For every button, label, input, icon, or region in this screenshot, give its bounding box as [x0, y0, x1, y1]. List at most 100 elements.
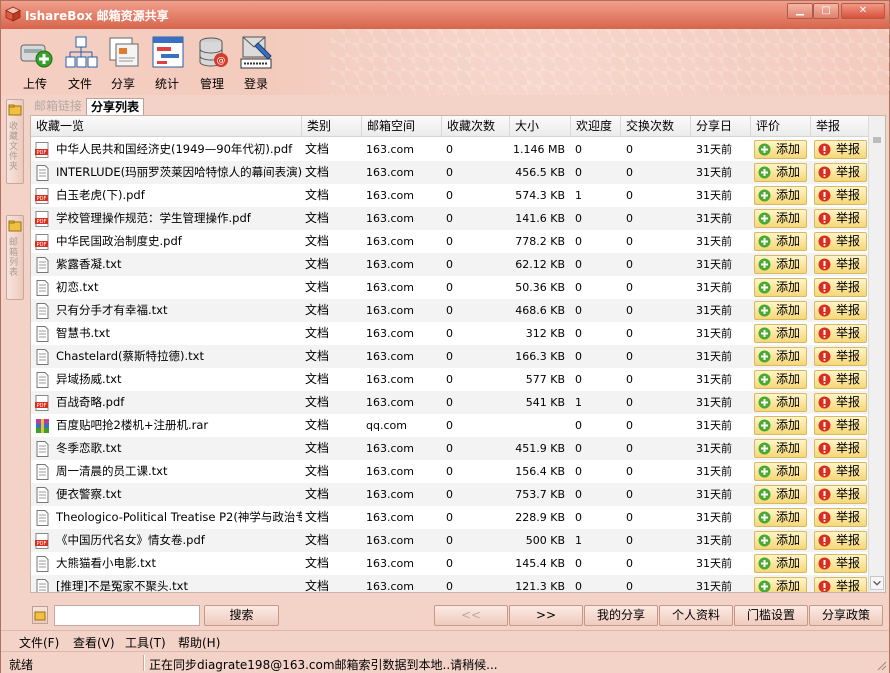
column-header-swaps[interactable]: 交换次数	[621, 116, 691, 137]
filter-toggle-button[interactable]	[32, 606, 48, 624]
file-name-cell[interactable]: PDF 中华民国政治制度史.pdf	[35, 230, 303, 253]
file-name-cell[interactable]: Theologico-Political Treatise P2(神学与政治专论…	[35, 506, 303, 529]
menu-help[interactable]: 帮助(H)	[178, 634, 220, 651]
add-button[interactable]: 添加	[754, 370, 807, 389]
report-button[interactable]: 举报	[814, 301, 867, 320]
file-name-cell[interactable]: 智慧书.txt	[35, 322, 303, 345]
vertical-scrollbar[interactable]	[868, 116, 885, 592]
column-header-type[interactable]: 类别	[302, 116, 362, 137]
table-row[interactable]: 周一清晨的员工课.txt 文档 163.com 0 156.4 KB 0 0 31天前 添加 举报	[31, 460, 885, 483]
scroll-down-icon[interactable]	[870, 576, 884, 590]
table-row[interactable]: 大熊猫看小电影.txt 文档 163.com 0 145.4 KB 0 0 31天前 添加 举报	[31, 552, 885, 575]
search-button[interactable]: 搜索	[204, 605, 279, 626]
report-button[interactable]: 举报	[814, 485, 867, 504]
column-header-favs[interactable]: 收藏次数	[442, 116, 510, 137]
file-name-cell[interactable]: 冬季恋歌.txt	[35, 437, 303, 460]
table-row[interactable]: Theologico-Political Treatise P2(神学与政治专论…	[31, 506, 885, 529]
add-button[interactable]: 添加	[754, 393, 807, 412]
report-button[interactable]: 举报	[814, 393, 867, 412]
table-row[interactable]: 百度贴吧抢2楼机+注册机.rar 文档 qq.com 0 0 0 31天前 添加 举报	[31, 414, 885, 437]
report-button[interactable]: 举报	[814, 140, 867, 159]
table-row[interactable]: 异域扬威.txt 文档 163.com 0 577 KB 0 0 31天前 添加 举报	[31, 368, 885, 391]
column-header-name[interactable]: 收藏一览	[31, 116, 302, 137]
report-button[interactable]: 举报	[814, 554, 867, 573]
report-button[interactable]: 举报	[814, 186, 867, 205]
maximize-button[interactable]: □	[813, 3, 839, 19]
prev-page-button[interactable]: <<	[434, 605, 508, 626]
table-row[interactable]: Chastelard(蔡斯特拉德).txt 文档 163.com 0 166.3 KB 0…	[31, 345, 885, 368]
login-button[interactable]: 登录	[234, 35, 278, 93]
file-name-cell[interactable]: 周一清晨的员工课.txt	[35, 460, 303, 483]
file-name-cell[interactable]: PDF 百战奇略.pdf	[35, 391, 303, 414]
file-name-cell[interactable]: 紫露香凝.txt	[35, 253, 303, 276]
table-row[interactable]: PDF 白玉老虎(下).pdf 文档 163.com 0 574.3 KB 1 0 31天前 添加…	[31, 184, 885, 207]
add-button[interactable]: 添加	[754, 347, 807, 366]
table-row[interactable]: 智慧书.txt 文档 163.com 0 312 KB 0 0 31天前 添加 举报	[31, 322, 885, 345]
table-row[interactable]: 只有分手才有幸福.txt 文档 163.com 0 468.6 KB 0 0 31天前 添加 举报	[31, 299, 885, 322]
report-button[interactable]: 举报	[814, 462, 867, 481]
column-header-rating[interactable]: 评价	[751, 116, 811, 137]
add-button[interactable]: 添加	[754, 577, 807, 592]
resize-grip-icon[interactable]	[875, 659, 887, 671]
file-name-cell[interactable]: PDF 《中国历代名女》情女卷.pdf	[35, 529, 303, 552]
table-row[interactable]: [推理]不是冤家不聚头.txt 文档 163.com 0 121.3 KB 0 0 31天前 添…	[31, 575, 885, 592]
column-header-share-day[interactable]: 分享日	[691, 116, 751, 137]
add-button[interactable]: 添加	[754, 416, 807, 435]
side-tab-mailbox[interactable]: 邮箱列表	[6, 215, 24, 300]
menu-file[interactable]: 文件(F)	[19, 634, 59, 651]
tab-mailbox-links[interactable]: 邮箱链接	[30, 98, 86, 115]
menu-view[interactable]: 查看(V)	[73, 634, 115, 651]
table-row[interactable]: PDF 中华民国政治制度史.pdf 文档 163.com 0 778.2 KB 0 0 31天前…	[31, 230, 885, 253]
minimize-button[interactable]: ▁	[787, 3, 813, 19]
column-header-report[interactable]: 举报	[811, 116, 869, 137]
report-button[interactable]: 举报	[814, 232, 867, 251]
table-row[interactable]: INTERLUDE(玛丽罗茨莱因哈特惊人的幕间表演) 文档 163.com 0 456.…	[31, 161, 885, 184]
report-button[interactable]: 举报	[814, 531, 867, 550]
add-button[interactable]: 添加	[754, 439, 807, 458]
column-header-mailspace[interactable]: 邮箱空间	[362, 116, 442, 137]
report-button[interactable]: 举报	[814, 508, 867, 527]
report-button[interactable]: 举报	[814, 278, 867, 297]
report-button[interactable]: 举报	[814, 255, 867, 274]
table-row[interactable]: PDF 《中国历代名女》情女卷.pdf 文档 163.com 0 500 KB 1 0 31天前…	[31, 529, 885, 552]
file-name-cell[interactable]: INTERLUDE(玛丽罗茨莱因哈特惊人的幕间表演)	[35, 161, 303, 184]
side-tab-favorites[interactable]: 收藏文件夹	[6, 99, 24, 184]
report-button[interactable]: 举报	[814, 577, 867, 592]
file-name-cell[interactable]: PDF 学校管理操作规范：学生管理操作.pdf	[35, 207, 303, 230]
column-header-popularity[interactable]: 欢迎度	[571, 116, 621, 137]
table-row[interactable]: 紫露香凝.txt 文档 163.com 0 62.12 KB 0 0 31天前 添加 举报	[31, 253, 885, 276]
file-name-cell[interactable]: PDF 白玉老虎(下).pdf	[35, 184, 303, 207]
file-name-cell[interactable]: [推理]不是冤家不聚头.txt	[35, 575, 303, 592]
file-name-cell[interactable]: 异域扬威.txt	[35, 368, 303, 391]
my-share-button[interactable]: 我的分享	[584, 605, 658, 626]
report-button[interactable]: 举报	[814, 370, 867, 389]
add-button[interactable]: 添加	[754, 531, 807, 550]
add-button[interactable]: 添加	[754, 554, 807, 573]
file-button[interactable]: 文件	[58, 35, 102, 93]
share-button[interactable]: 分享	[101, 35, 145, 93]
add-button[interactable]: 添加	[754, 324, 807, 343]
menu-tools[interactable]: 工具(T)	[125, 634, 166, 651]
report-button[interactable]: 举报	[814, 439, 867, 458]
threshold-settings-button[interactable]: 门槛设置	[734, 605, 808, 626]
profile-button[interactable]: 个人资料	[659, 605, 733, 626]
add-button[interactable]: 添加	[754, 278, 807, 297]
report-button[interactable]: 举报	[814, 209, 867, 228]
search-input[interactable]	[54, 605, 200, 626]
report-button[interactable]: 举报	[814, 347, 867, 366]
scroll-grip-icon[interactable]	[870, 136, 884, 144]
manage-button[interactable]: @ 管理	[190, 35, 234, 93]
add-button[interactable]: 添加	[754, 140, 807, 159]
file-name-cell[interactable]: 只有分手才有幸福.txt	[35, 299, 303, 322]
close-button[interactable]: ✕	[841, 3, 885, 19]
file-name-cell[interactable]: 便衣警察.txt	[35, 483, 303, 506]
add-button[interactable]: 添加	[754, 508, 807, 527]
add-button[interactable]: 添加	[754, 485, 807, 504]
table-row[interactable]: 冬季恋歌.txt 文档 163.com 0 451.9 KB 0 0 31天前 添加 举报	[31, 437, 885, 460]
file-name-cell[interactable]: 初恋.txt	[35, 276, 303, 299]
add-button[interactable]: 添加	[754, 232, 807, 251]
add-button[interactable]: 添加	[754, 255, 807, 274]
file-name-cell[interactable]: 百度贴吧抢2楼机+注册机.rar	[35, 414, 303, 437]
tab-share-list[interactable]: 分享列表	[86, 98, 145, 115]
table-row[interactable]: 初恋.txt 文档 163.com 0 50.36 KB 0 0 31天前 添加 举报	[31, 276, 885, 299]
